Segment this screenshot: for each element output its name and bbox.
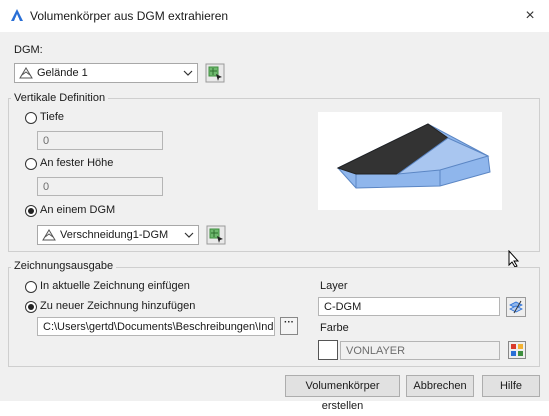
radio-add-new-drawing[interactable] bbox=[25, 301, 37, 313]
help-button[interactable]: Hilfe bbox=[482, 375, 540, 397]
radio-fixed-elevation[interactable] bbox=[25, 158, 37, 170]
drawing-output-title: Zeichnungsausgabe bbox=[11, 260, 117, 272]
layer-input[interactable]: C-DGM bbox=[318, 297, 500, 316]
dgm-select-value: Gelände 1 bbox=[37, 67, 88, 79]
civil3d-logo-icon bbox=[11, 9, 23, 21]
dgm-label: DGM: bbox=[14, 44, 43, 56]
radio-depth[interactable] bbox=[25, 112, 37, 124]
solid-preview-image bbox=[318, 112, 502, 210]
mouse-cursor-icon bbox=[508, 250, 520, 268]
color-label: Farbe bbox=[320, 322, 349, 334]
radio-add-new-drawing-label: Zu neuer Zeichnung hinzufügen bbox=[40, 300, 196, 312]
output-path-input[interactable]: C:\Users\gertd\Documents\Beschreibungen\… bbox=[37, 317, 275, 336]
layer-label: Layer bbox=[320, 280, 348, 292]
surface-icon bbox=[42, 229, 56, 241]
radio-depth-label: Tiefe bbox=[40, 111, 65, 123]
surface-icon bbox=[19, 67, 33, 79]
radio-insert-current-drawing[interactable] bbox=[25, 281, 37, 293]
surface-select[interactable]: Verschneidung1-DGM bbox=[37, 225, 199, 245]
chevron-down-icon bbox=[183, 70, 193, 76]
color-swatch[interactable] bbox=[318, 340, 338, 360]
create-solid-button[interactable]: Volumenkörper erstellen bbox=[285, 375, 400, 412]
fixed-elevation-input[interactable]: 0 bbox=[37, 177, 163, 196]
layer-select-button[interactable] bbox=[506, 297, 526, 317]
radio-at-surface-label: An einem DGM bbox=[40, 204, 116, 216]
radio-fixed-elevation-label: An fester Höhe bbox=[40, 157, 114, 169]
close-button[interactable]: × bbox=[520, 6, 540, 26]
chevron-down-icon bbox=[184, 232, 194, 238]
pick-dgm-button[interactable] bbox=[205, 63, 225, 83]
color-palette-icon[interactable] bbox=[508, 341, 526, 359]
radio-at-surface[interactable] bbox=[25, 205, 37, 217]
browse-path-button[interactable]: ··· bbox=[280, 317, 298, 335]
vertical-definition-title: Vertikale Definition bbox=[11, 92, 109, 104]
cancel-button[interactable]: Abbrechen bbox=[406, 375, 474, 397]
title-bar: Volumenkörper aus DGM extrahieren × bbox=[0, 0, 549, 32]
surface-select-value: Verschneidung1-DGM bbox=[60, 229, 169, 241]
radio-insert-current-drawing-label: In aktuelle Zeichnung einfügen bbox=[40, 280, 190, 292]
dgm-select[interactable]: Gelände 1 bbox=[14, 63, 198, 83]
depth-input[interactable]: 0 bbox=[37, 131, 163, 150]
color-input[interactable]: VONLAYER bbox=[340, 341, 500, 360]
pick-surface-button[interactable] bbox=[206, 225, 226, 245]
window-title: Volumenkörper aus DGM extrahieren bbox=[30, 9, 229, 23]
